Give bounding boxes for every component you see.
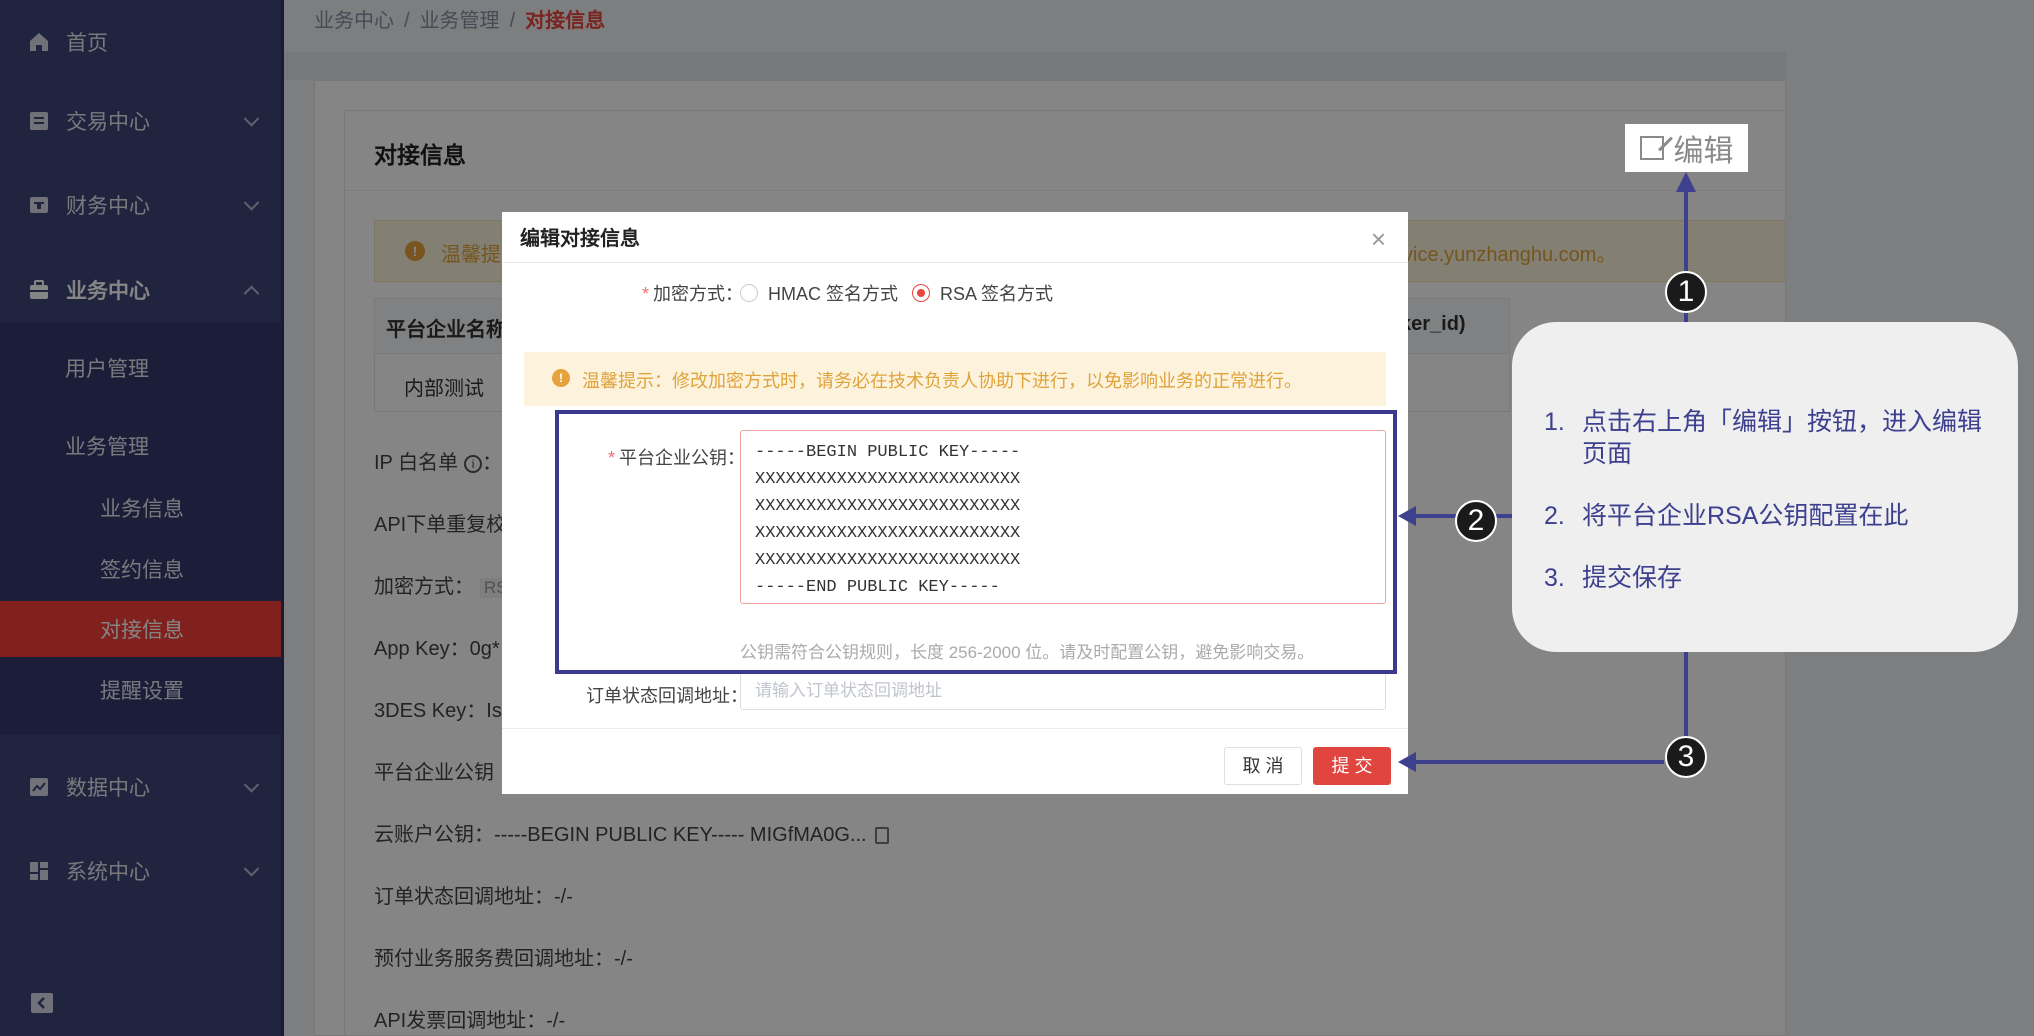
- edit-icon: [1639, 136, 1664, 160]
- step-badge-2: 2: [1455, 500, 1497, 542]
- step-number: 3.: [1544, 564, 1565, 592]
- step-number: 2.: [1544, 502, 1565, 530]
- step-text: 将平台企业RSA公钥配置在此: [1582, 502, 1909, 530]
- edit-button-label: 编辑: [1673, 135, 1734, 168]
- instruction-step: 2. 将平台企业RSA公钥配置在此: [1544, 500, 1992, 532]
- step-badge-1: 1: [1665, 271, 1707, 313]
- edit-button[interactable]: 编辑: [1625, 124, 1748, 172]
- step-number: 1.: [1544, 408, 1565, 436]
- instruction-step: 1. 点击右上角「编辑」按钮，进入编辑页面: [1544, 406, 1992, 470]
- step-text: 提交保存: [1582, 564, 1683, 592]
- step-badge-3: 3: [1665, 736, 1707, 778]
- step-text: 点击右上角「编辑」按钮，进入编辑页面: [1582, 408, 1983, 468]
- instruction-callout: 1. 点击右上角「编辑」按钮，进入编辑页面 2. 将平台企业RSA公钥配置在此 3.…: [1512, 322, 2018, 652]
- instruction-step: 3. 提交保存: [1544, 562, 1992, 594]
